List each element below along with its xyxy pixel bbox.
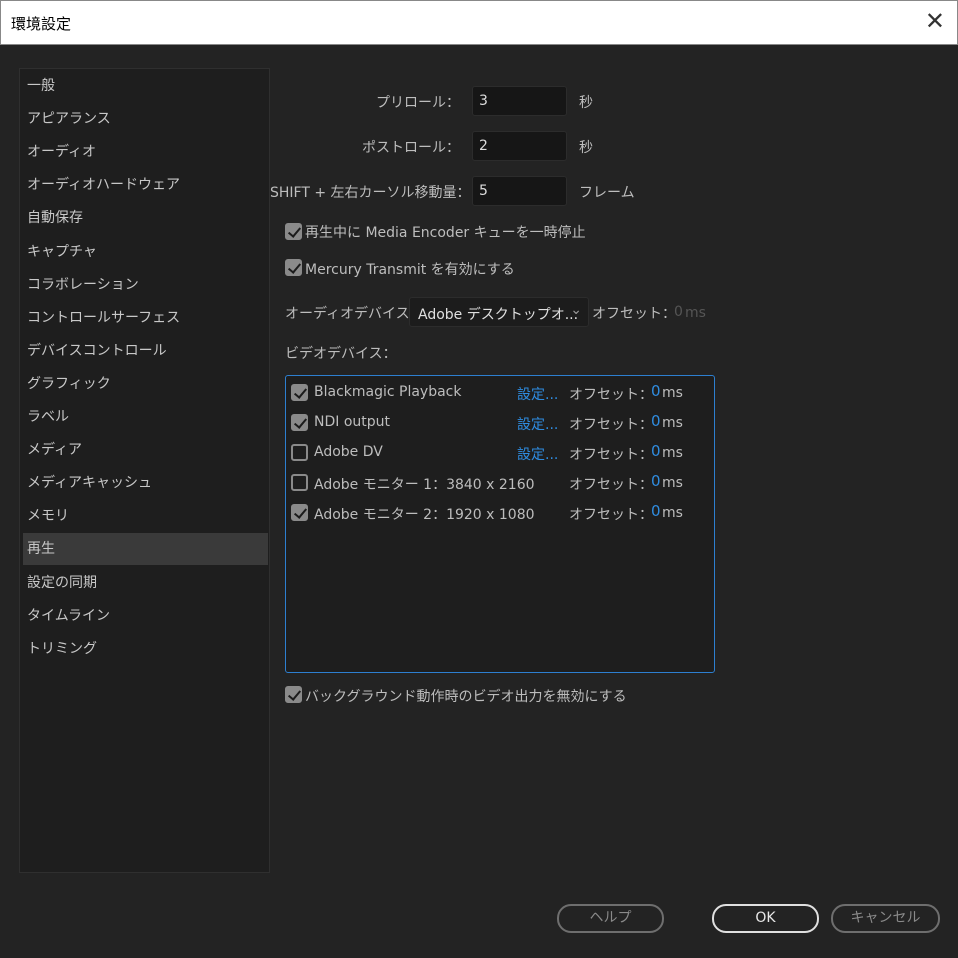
video-device-row: Adobe DV 設定... オフセット： 0 ms [286, 438, 714, 468]
audio-device-select[interactable]: Adobe デスクトップオ... ⌄ [409, 297, 589, 327]
sidebar-item[interactable]: トリミング [23, 633, 268, 665]
chevron-down-icon: ⌄ [570, 302, 582, 318]
sidebar-item[interactable]: メディアキャッシュ [23, 467, 268, 499]
video-device-checkbox[interactable] [291, 444, 308, 461]
offset-label: オフセット： [569, 387, 653, 403]
shift-input[interactable]: 5 [472, 176, 567, 206]
sidebar-item[interactable]: メモリ [23, 500, 268, 532]
postroll-label: ポストロール： [362, 140, 460, 156]
sidebar-item[interactable]: 一般 [23, 70, 268, 102]
video-device-name: NDI output [314, 414, 391, 430]
window-title: 環境設定 [11, 15, 72, 33]
audio-offset-value: 0 [674, 304, 683, 320]
video-device-checkbox[interactable] [291, 504, 308, 521]
sidebar-item[interactable]: デバイスコントロール [23, 335, 268, 367]
mercury-transmit-label: Mercury Transmit を有効にする [305, 262, 515, 278]
close-icon[interactable]: ✕ [925, 7, 945, 35]
video-device-row: Blackmagic Playback 設定... オフセット： 0 ms [286, 378, 714, 408]
video-device-settings-link[interactable]: 設定... [517, 384, 558, 404]
offset-unit: ms [662, 475, 683, 491]
offset-value[interactable]: 0 [651, 382, 661, 400]
video-device-name: Adobe DV [314, 444, 383, 460]
offset-label: オフセット： [569, 477, 653, 493]
help-button[interactable]: ヘルプ [557, 904, 664, 933]
mercury-transmit-checkbox[interactable] [285, 259, 302, 276]
video-device-settings-link[interactable]: 設定... [517, 414, 558, 434]
sidebar-item[interactable]: 自動保存 [23, 202, 268, 234]
ok-button[interactable]: OK [712, 904, 819, 933]
postroll-input[interactable]: 2 [472, 131, 567, 161]
title-bar: 環境設定 ✕ [0, 0, 958, 45]
video-device-label: ビデオデバイス： [285, 346, 397, 362]
preroll-label: プリロール： [376, 95, 460, 111]
cancel-button[interactable]: キャンセル [831, 904, 940, 933]
sidebar-item[interactable]: アピアランス [23, 103, 268, 135]
sidebar-item[interactable]: コントロールサーフェス [23, 302, 268, 334]
audio-device-label: オーディオデバイス： [285, 306, 424, 322]
sidebar-item[interactable]: グラフィック [23, 368, 268, 400]
sidebar-item[interactable]: オーディオ [23, 136, 268, 168]
offset-value[interactable]: 0 [651, 472, 661, 490]
audio-offset-label: オフセット： [592, 306, 676, 322]
background-disable-checkbox[interactable] [285, 686, 302, 703]
postroll-unit: 秒 [579, 140, 593, 156]
preroll-unit: 秒 [579, 95, 593, 111]
sidebar-item[interactable]: コラボレーション [23, 269, 268, 301]
offset-unit: ms [662, 385, 683, 401]
audio-device-value: Adobe デスクトップオ... [418, 307, 579, 323]
sidebar-item[interactable]: オーディオハードウェア [23, 169, 268, 201]
sidebar-item[interactable]: 再生 [23, 533, 268, 566]
video-device-row: Adobe モニター 1：3840 x 2160 オフセット： 0 ms [286, 468, 714, 498]
video-device-settings-link[interactable]: 設定... [517, 444, 558, 464]
sidebar-item[interactable]: メディア [23, 434, 268, 466]
pause-encoder-checkbox[interactable] [285, 223, 302, 240]
video-device-checkbox[interactable] [291, 414, 308, 431]
offset-value[interactable]: 0 [651, 502, 661, 520]
offset-unit: ms [662, 445, 683, 461]
background-disable-label: バックグラウンド動作時のビデオ出力を無効にする [305, 689, 627, 705]
pause-encoder-label: 再生中に Media Encoder キューを一時停止 [305, 225, 586, 241]
video-device-row: Adobe モニター 2：1920 x 1080 オフセット： 0 ms [286, 498, 714, 528]
audio-offset-unit: ms [685, 305, 706, 321]
sidebar: 一般 アピアランス オーディオ オーディオハードウェア 自動保存 キャプチャ コラボレーショ… [19, 68, 270, 873]
sidebar-item[interactable]: 設定の同期 [23, 567, 268, 599]
offset-label: オフセット： [569, 447, 653, 463]
shift-label: SHIFT + 左右カーソル移動量： [270, 185, 471, 201]
video-device-name: Adobe モニター 1：3840 x 2160 [314, 477, 535, 493]
video-device-row: NDI output 設定... オフセット： 0 ms [286, 408, 714, 438]
offset-unit: ms [662, 415, 683, 431]
offset-label: オフセット： [569, 507, 653, 523]
offset-unit: ms [662, 505, 683, 521]
video-device-checkbox[interactable] [291, 474, 308, 491]
shift-unit: フレーム [579, 185, 635, 201]
offset-value[interactable]: 0 [651, 442, 661, 460]
video-device-list: Blackmagic Playback 設定... オフセット： 0 ms ND… [285, 375, 715, 673]
offset-label: オフセット： [569, 417, 653, 433]
offset-value[interactable]: 0 [651, 412, 661, 430]
sidebar-item[interactable]: ラベル [23, 401, 268, 433]
preroll-input[interactable]: 3 [472, 86, 567, 116]
video-device-name: Adobe モニター 2：1920 x 1080 [314, 507, 535, 523]
video-device-name: Blackmagic Playback [314, 384, 462, 400]
video-device-checkbox[interactable] [291, 384, 308, 401]
sidebar-item[interactable]: タイムライン [23, 600, 268, 632]
sidebar-item[interactable]: キャプチャ [23, 236, 268, 268]
